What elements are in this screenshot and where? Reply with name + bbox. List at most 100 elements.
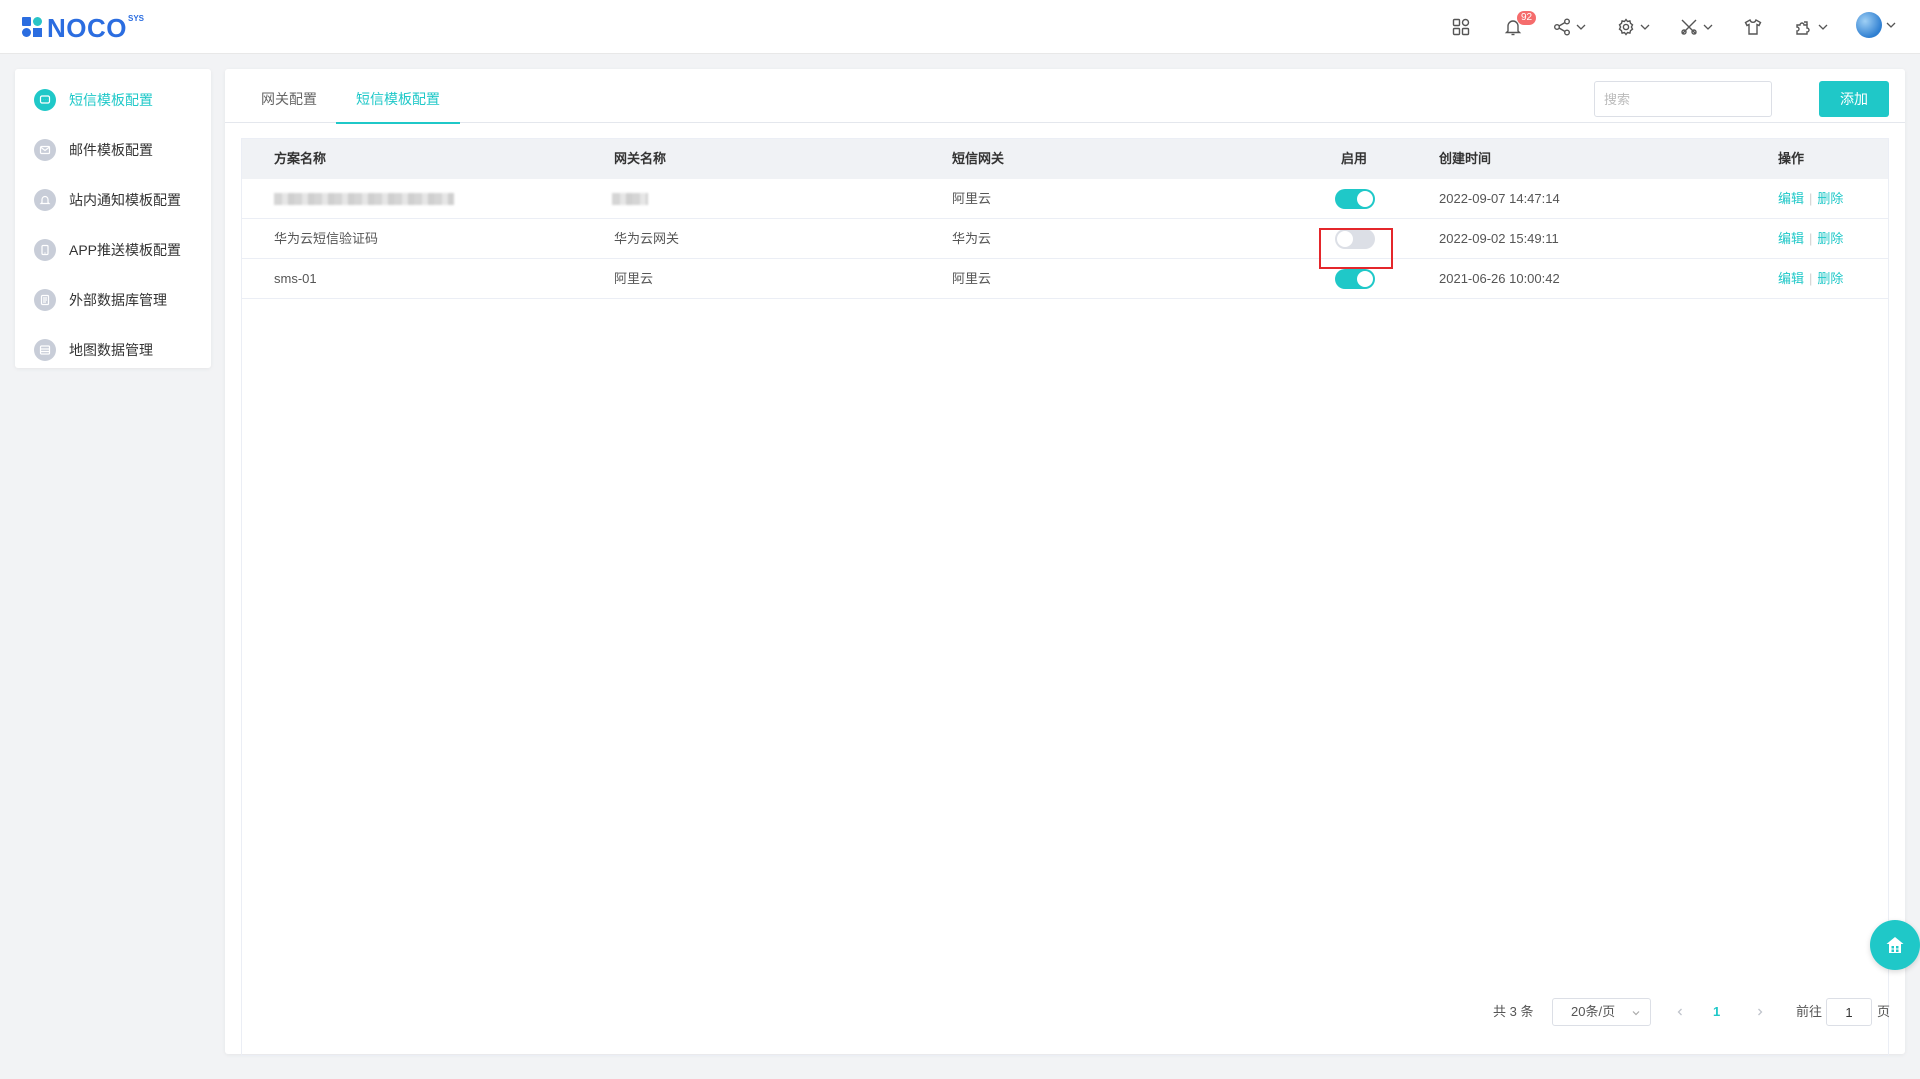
enable-toggle[interactable] bbox=[1335, 269, 1375, 289]
avatar[interactable] bbox=[1856, 12, 1882, 38]
plugin-menu[interactable] bbox=[1794, 16, 1829, 38]
brand-sup: SYS bbox=[128, 14, 145, 23]
settings-menu[interactable] bbox=[1616, 16, 1651, 38]
chevron-down-icon bbox=[1632, 1011, 1640, 1016]
bell-icon bbox=[34, 189, 56, 211]
tools-icon bbox=[1681, 19, 1697, 35]
page-number-current[interactable]: 1 bbox=[1713, 998, 1720, 1026]
sidebar-item-label: 地图数据管理 bbox=[69, 342, 153, 358]
edit-link[interactable]: 编辑 bbox=[1778, 191, 1804, 206]
cell-gateway: 阿里云 bbox=[952, 191, 992, 206]
cell-created: 2022-09-02 15:49:11 bbox=[1439, 231, 1559, 246]
table-header: 方案名称 网关名称 短信网关 启用 创建时间 操作 bbox=[242, 139, 1888, 179]
add-button[interactable]: 添加 bbox=[1819, 81, 1889, 117]
gear-icon bbox=[1618, 18, 1634, 36]
sidebar-item-label: 外部数据库管理 bbox=[69, 292, 167, 308]
home-icon bbox=[1886, 937, 1904, 953]
sidebar-item-external-database[interactable]: 外部数据库管理 bbox=[15, 275, 211, 325]
enable-toggle[interactable] bbox=[1319, 228, 1393, 269]
chevron-right-icon bbox=[1758, 1008, 1763, 1016]
share-menu[interactable] bbox=[1552, 16, 1587, 38]
cell-name: 华为云短信验证码 bbox=[274, 231, 379, 246]
cell-created: 2021-06-26 10:00:42 bbox=[1439, 271, 1560, 286]
template-table: 方案名称 网关名称 短信网关 启用 创建时间 操作 阿里云 2022-09-07… bbox=[241, 138, 1889, 1056]
chevron-down-icon bbox=[1640, 24, 1650, 30]
delete-link[interactable]: 删除 bbox=[1817, 231, 1843, 246]
sidebar-item-label: 邮件模板配置 bbox=[69, 142, 153, 158]
user-menu[interactable] bbox=[1856, 12, 1897, 38]
sidebar-item-app-push-template[interactable]: APP推送模板配置 bbox=[15, 225, 211, 275]
brand-logo[interactable]: NOCO SYS bbox=[22, 14, 144, 42]
cell-name: sms-01 bbox=[274, 271, 317, 286]
page-suffix: 页 bbox=[1877, 1004, 1891, 1019]
mail-icon bbox=[34, 139, 56, 161]
action-separator: | bbox=[1809, 191, 1813, 206]
tab-sms-template-config[interactable]: 短信模板配置 bbox=[336, 69, 460, 124]
sidebar-item-label: 站内通知模板配置 bbox=[69, 192, 181, 208]
sidebar-item-label: APP推送模板配置 bbox=[69, 242, 182, 258]
main-panel: 网关配置 短信模板配置 添加 方案名称 网关名称 短信网关 启用 创建时间 操作… bbox=[225, 69, 1905, 1056]
delete-link[interactable]: 删除 bbox=[1817, 191, 1843, 206]
sidebar: 短信模板配置 邮件模板配置 站内通知模板配置 APP推送模板配置 外部数据库管理… bbox=[15, 69, 211, 368]
row-actions: 编辑 | 删除 bbox=[1778, 259, 1843, 299]
chevron-down-icon bbox=[1886, 22, 1896, 28]
cell-gateway-name: 华为云网关 bbox=[614, 231, 680, 246]
chevron-left-icon bbox=[1677, 1008, 1682, 1016]
chevron-down-icon bbox=[1703, 24, 1713, 30]
pagination: 共 3 条 20条/页 1 前往 页 bbox=[225, 998, 1905, 1026]
table-row: sms-01 阿里云 阿里云 2021-06-26 10:00:42 编辑 | 删除 bbox=[242, 259, 1888, 299]
floating-home-button[interactable] bbox=[1870, 920, 1920, 970]
redacted-gateway-name bbox=[612, 193, 648, 205]
table-row: 阿里云 2022-09-07 14:47:14 编辑 | 删除 bbox=[242, 179, 1888, 219]
edit-link[interactable]: 编辑 bbox=[1778, 271, 1804, 286]
sidebar-item-label: 短信模板配置 bbox=[69, 92, 153, 108]
column-header-gateway: 短信网关 bbox=[952, 151, 1005, 166]
cell-created: 2022-09-07 14:47:14 bbox=[1439, 191, 1560, 206]
sidebar-item-sms-template[interactable]: 短信模板配置 bbox=[15, 75, 211, 125]
cell-gateway-name: 阿里云 bbox=[614, 271, 654, 286]
sidebar-item-map-data[interactable]: 地图数据管理 bbox=[15, 325, 211, 375]
cell-gateway: 阿里云 bbox=[952, 271, 992, 286]
toggle-knob bbox=[1357, 271, 1373, 287]
action-separator: | bbox=[1809, 231, 1813, 246]
puzzle-icon bbox=[1796, 21, 1810, 35]
page-size-select[interactable]: 20条/页 bbox=[1552, 998, 1651, 1026]
enable-toggle[interactable] bbox=[1335, 189, 1375, 209]
action-separator: | bbox=[1809, 271, 1813, 286]
mobile-icon bbox=[34, 239, 56, 261]
goto-label: 前往 bbox=[1796, 1004, 1823, 1019]
redacted-name bbox=[274, 193, 454, 205]
message-icon bbox=[34, 89, 56, 111]
tools-menu[interactable] bbox=[1679, 16, 1714, 38]
search-input[interactable] bbox=[1594, 81, 1772, 117]
sidebar-item-site-notice-template[interactable]: 站内通知模板配置 bbox=[15, 175, 211, 225]
sidebar-item-mail-template[interactable]: 邮件模板配置 bbox=[15, 125, 211, 175]
column-header-gateway-name: 网关名称 bbox=[614, 151, 667, 166]
map-icon bbox=[34, 339, 56, 361]
top-bar: NOCO SYS 92 bbox=[0, 0, 1920, 54]
next-page-button[interactable] bbox=[1755, 998, 1765, 1026]
cell-gateway: 华为云 bbox=[952, 231, 992, 246]
logo-mark-icon bbox=[22, 17, 44, 39]
notification-badge: 92 bbox=[1517, 11, 1537, 25]
delete-link[interactable]: 删除 bbox=[1817, 271, 1843, 286]
pagination-total: 共 3 条 bbox=[1493, 1004, 1534, 1019]
chevron-down-icon bbox=[1818, 24, 1828, 30]
apps-grid-icon[interactable] bbox=[1451, 16, 1471, 38]
edit-link[interactable]: 编辑 bbox=[1778, 231, 1804, 246]
page-size-value: 20条/页 bbox=[1571, 1004, 1616, 1019]
chevron-down-icon bbox=[1576, 24, 1586, 30]
row-actions: 编辑 | 删除 bbox=[1778, 179, 1843, 219]
goto-page-input[interactable] bbox=[1826, 998, 1872, 1026]
brand-name: NOCO bbox=[47, 13, 127, 43]
database-icon bbox=[34, 289, 56, 311]
table-row: 华为云短信验证码 华为云网关 华为云 2022-09-02 15:49:11 编… bbox=[242, 219, 1888, 269]
theme-shirt-icon[interactable] bbox=[1743, 16, 1763, 38]
tab-gateway-config[interactable]: 网关配置 bbox=[241, 69, 337, 123]
notification-bell[interactable]: 92 bbox=[1503, 11, 1537, 38]
column-header-created: 创建时间 bbox=[1439, 151, 1492, 166]
column-header-name: 方案名称 bbox=[274, 151, 327, 166]
column-header-ops: 操作 bbox=[1778, 151, 1805, 166]
column-header-enabled: 启用 bbox=[1341, 151, 1368, 166]
prev-page-button[interactable] bbox=[1675, 998, 1685, 1026]
